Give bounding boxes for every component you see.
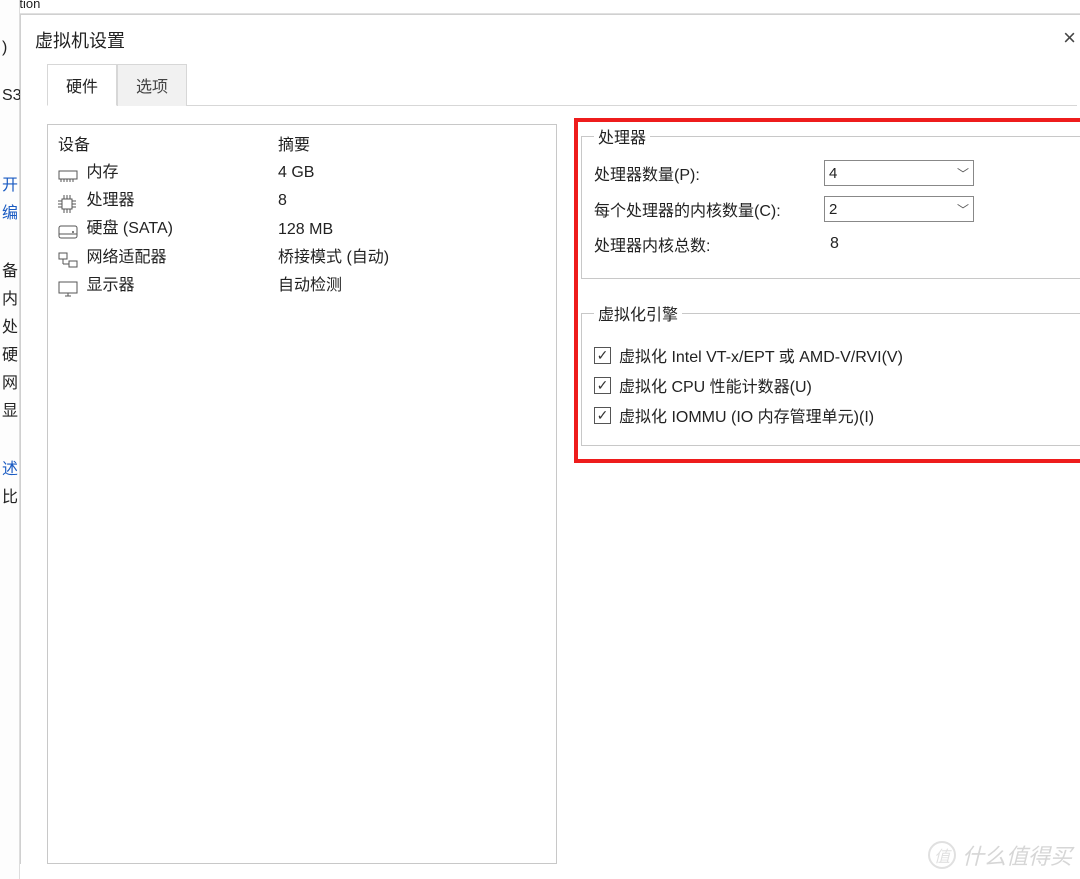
device-summary: 128 MB (268, 215, 556, 243)
chevron-down-icon: ﹀ (957, 201, 969, 218)
display-icon (58, 278, 78, 294)
device-list-pane: 设备 摘要 内存 4 GB (47, 124, 557, 864)
chevron-down-icon: ﹀ (957, 165, 969, 182)
device-summary: 桥接模式 (自动) (268, 244, 556, 272)
background-sidebar: ) S3 开 编 备 内 处 硬 网 显 述 比 (0, 0, 20, 879)
processor-legend: 处理器 (594, 124, 650, 148)
device-label: 内存 (86, 164, 118, 181)
processor-fieldset: 处理器 处理器数量(P): 4 ﹀ 每个处理器的内核数量(C): 2 ﹀ (581, 124, 1080, 279)
device-summary: 8 (268, 187, 556, 215)
checkbox-perf[interactable] (594, 377, 611, 394)
num-processors-combo[interactable]: 4 ﹀ (824, 160, 974, 186)
cores-per-label: 每个处理器的内核数量(C): (594, 197, 824, 221)
device-summary: 4 GB (268, 159, 556, 187)
dialog-title-text: 虚拟机设置 (35, 31, 125, 51)
device-label: 网络适配器 (86, 249, 166, 266)
memory-icon (58, 165, 78, 181)
total-cores-label: 处理器内核总数: (594, 232, 824, 256)
watermark: 值 什么值得买 (928, 839, 1072, 871)
cores-per-value: 2 (829, 201, 837, 218)
cores-per-combo[interactable]: 2 ﹀ (824, 196, 974, 222)
device-table: 设备 摘要 内存 4 GB (48, 125, 556, 300)
device-row-processor[interactable]: 处理器 8 (48, 187, 556, 215)
device-summary: 自动检测 (268, 272, 556, 300)
device-label: 处理器 (86, 192, 134, 209)
checkbox-iommu-label: 虚拟化 IOMMU (IO 内存管理单元)(I) (619, 403, 874, 427)
processor-properties-pane: 处理器 处理器数量(P): 4 ﹀ 每个处理器的内核数量(C): 2 ﹀ (581, 124, 1080, 464)
tab-hardware[interactable]: 硬件 (47, 64, 117, 106)
device-row-disk[interactable]: 硬盘 (SATA) 128 MB (48, 215, 556, 243)
col-summary: 摘要 (268, 125, 556, 159)
dialog-title: 虚拟机设置 × (21, 15, 1080, 63)
tab-strip: 硬件 选项 (47, 63, 1077, 106)
cpu-icon (58, 193, 78, 209)
vm-settings-dialog: 虚拟机设置 × 硬件 选项 设备 摘要 内存 4 GB (20, 14, 1080, 864)
app-topbar: station (0, 0, 1080, 14)
virtualization-legend: 虚拟化引擎 (594, 301, 682, 325)
device-row-display[interactable]: 显示器 自动检测 (48, 272, 556, 300)
dialog-content: 设备 摘要 内存 4 GB (47, 124, 1077, 864)
num-processors-value: 4 (829, 165, 837, 182)
num-processors-label: 处理器数量(P): (594, 161, 824, 185)
virtualization-fieldset: 虚拟化引擎 虚拟化 Intel VT-x/EPT 或 AMD-V/RVI(V) … (581, 301, 1080, 446)
watermark-text: 什么值得买 (962, 839, 1072, 871)
device-label: 显示器 (86, 277, 134, 294)
checkbox-vt-label: 虚拟化 Intel VT-x/EPT 或 AMD-V/RVI(V) (619, 343, 903, 367)
total-cores-value: 8 (824, 235, 839, 253)
device-row-network[interactable]: 网络适配器 桥接模式 (自动) (48, 244, 556, 272)
device-table-header: 设备 摘要 (48, 125, 556, 159)
checkbox-iommu[interactable] (594, 407, 611, 424)
disk-icon (58, 221, 78, 237)
checkbox-perf-label: 虚拟化 CPU 性能计数器(U) (619, 373, 812, 397)
device-row-memory[interactable]: 内存 4 GB (48, 159, 556, 187)
col-device: 设备 (48, 125, 268, 159)
device-label: 硬盘 (SATA) (86, 220, 173, 237)
close-icon[interactable]: × (1050, 25, 1076, 51)
checkbox-vt[interactable] (594, 347, 611, 364)
watermark-icon: 值 (928, 841, 956, 869)
network-icon (58, 250, 78, 266)
tab-options[interactable]: 选项 (117, 64, 187, 106)
